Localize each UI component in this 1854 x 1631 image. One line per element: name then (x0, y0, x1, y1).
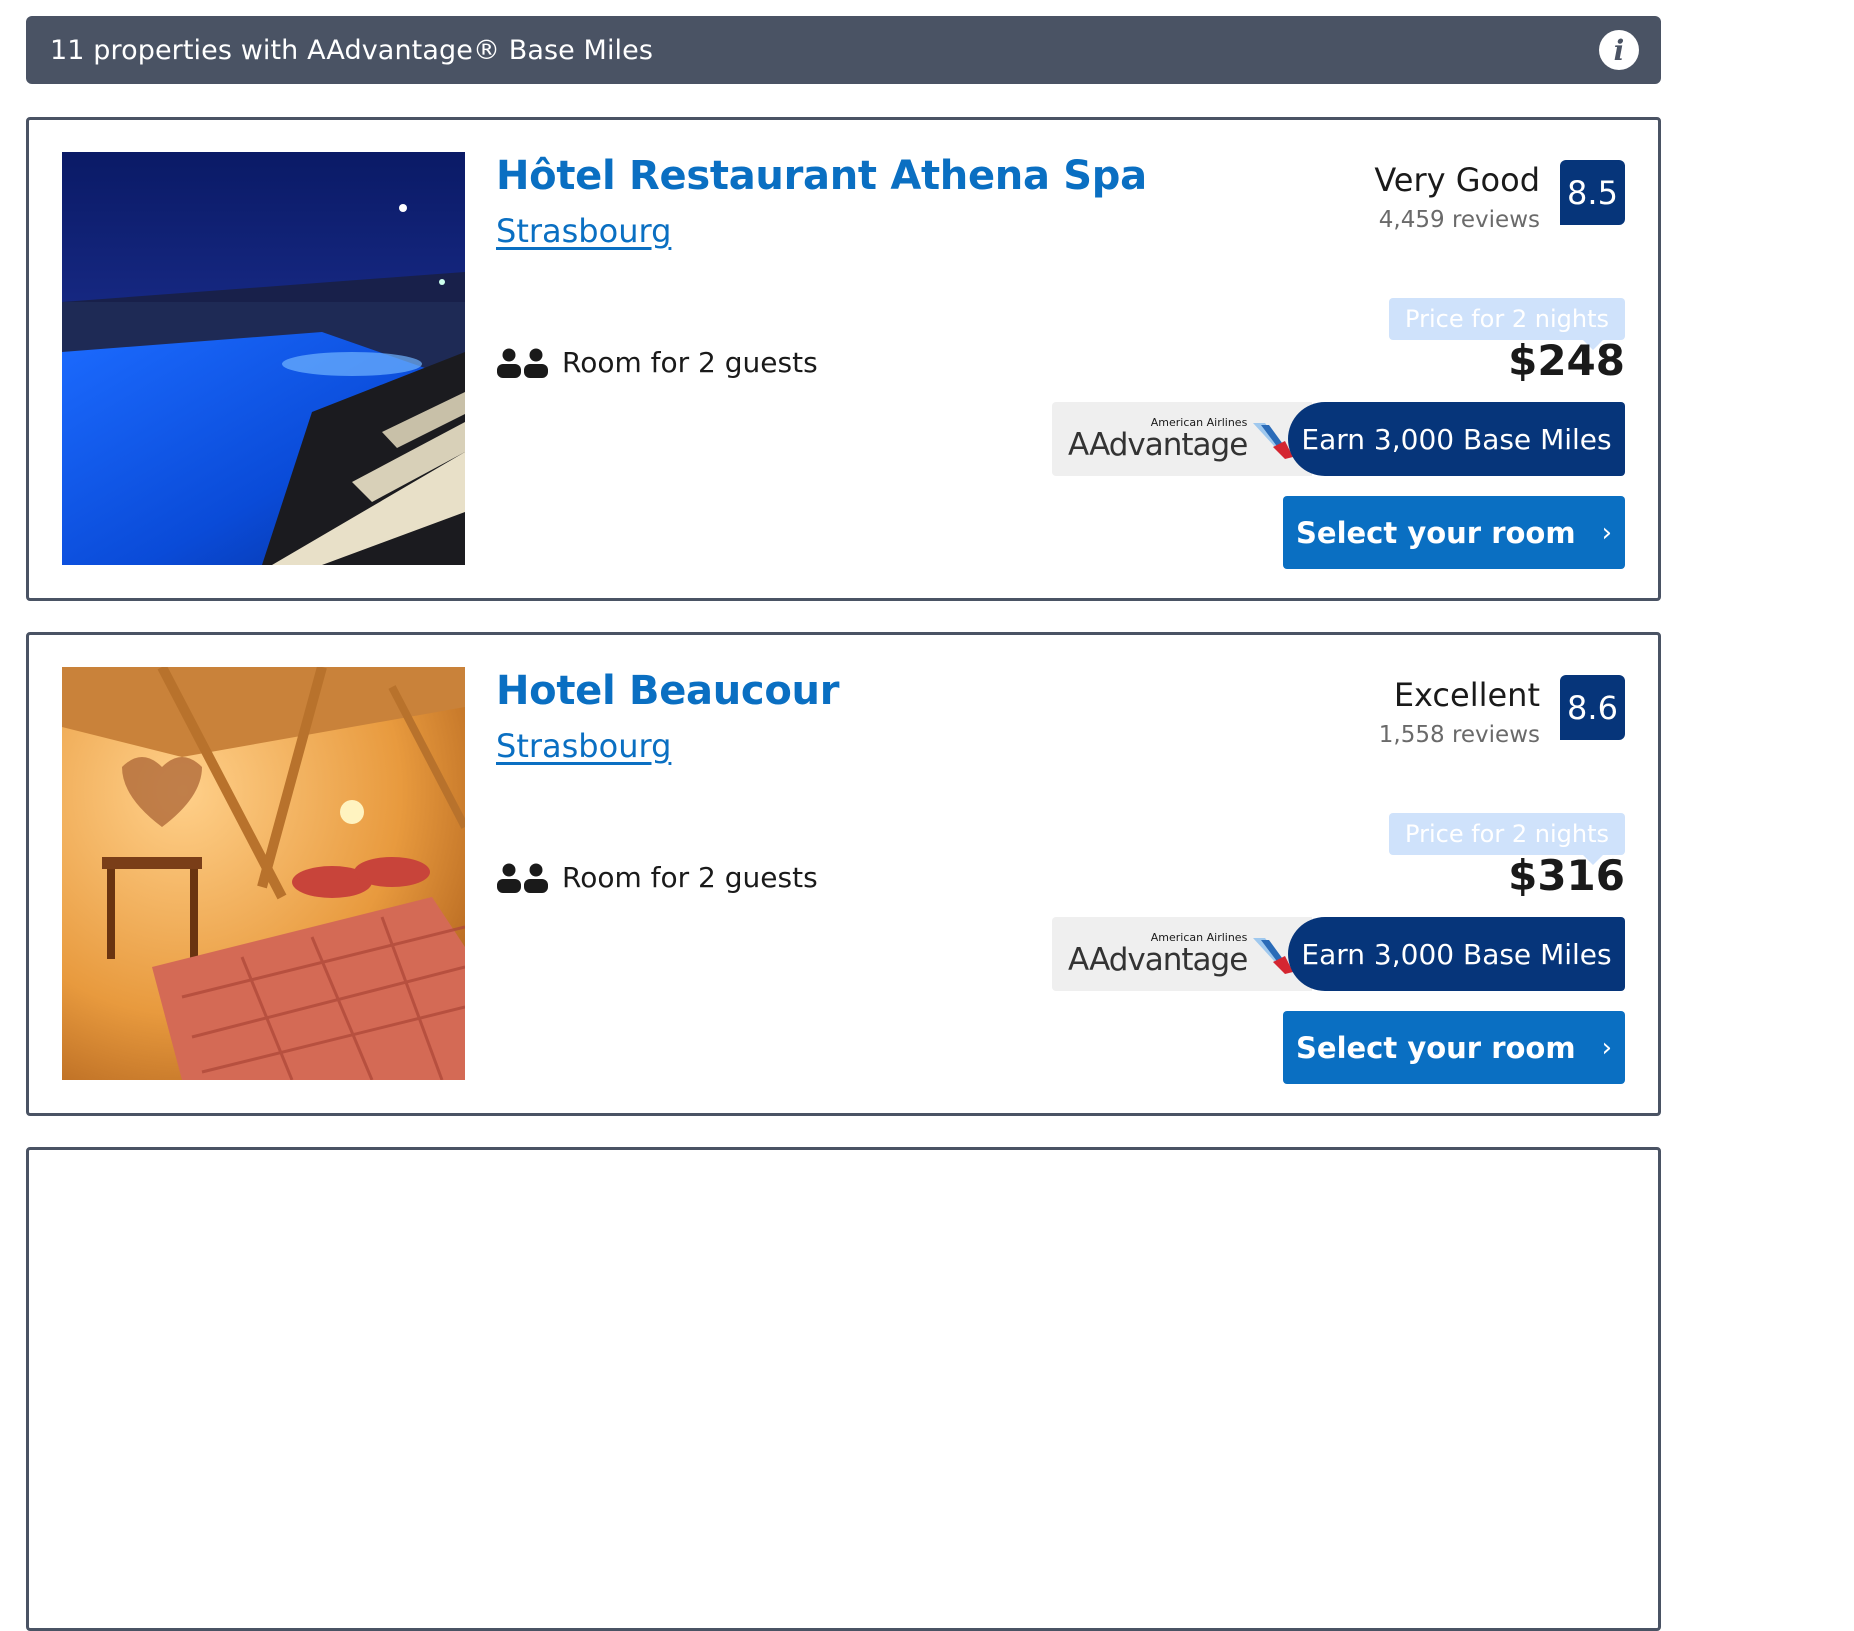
hotel-photo-pool[interactable] (62, 152, 465, 565)
rating-word: Very Good (1374, 161, 1540, 199)
price-label: Price for 2 nights (1389, 298, 1625, 350)
room-guests: Room for 2 guests (496, 861, 818, 894)
bedroom-image (62, 667, 465, 1080)
aa-big-text: AAdvantage (1068, 427, 1248, 463)
info-icon[interactable]: i (1599, 30, 1639, 70)
review-count: 4,459 reviews (1378, 207, 1540, 233)
hotel-card: Hotel Beaucour Strasbourg Room for 2 gue… (26, 632, 1661, 1116)
price: $248 (1508, 336, 1625, 385)
rating-block: Excellent 1,558 reviews (1379, 675, 1540, 753)
aa-big-text: AAdvantage (1068, 942, 1248, 978)
earn-miles-badge: Earn 3,000 Base Miles (1288, 402, 1625, 476)
price-label: Price for 2 nights (1389, 813, 1625, 865)
score-badge: 8.5 (1560, 160, 1625, 225)
room-guests: Room for 2 guests (496, 346, 818, 379)
earn-miles-badge: Earn 3,000 Base Miles (1288, 917, 1625, 991)
rating-block: Very Good 4,459 reviews (1374, 160, 1540, 238)
hotel-card: Hôtel Restaurant Athena Spa Strasbourg R… (26, 117, 1661, 601)
score-badge: 8.6 (1560, 675, 1625, 740)
guests-icon (497, 348, 548, 378)
miles-bar: American Airlines AAdvantage Earn 3,000 … (1052, 402, 1625, 476)
hotel-city-link[interactable]: Strasbourg (496, 727, 671, 765)
results-banner: 11 properties with AAdvantage® Base Mile… (26, 16, 1661, 84)
review-count: 1,558 reviews (1378, 722, 1540, 748)
select-room-label: Select your room (1296, 1030, 1576, 1065)
select-room-label: Select your room (1296, 515, 1576, 550)
hotel-city-link[interactable]: Strasbourg (496, 212, 671, 250)
select-room-button[interactable]: Select your room › (1283, 1011, 1625, 1084)
hotel-name-link[interactable]: Hotel Beaucour (496, 668, 839, 714)
price: $316 (1508, 851, 1625, 900)
chevron-right-icon: › (1601, 1032, 1612, 1063)
hotel-photo-bedroom[interactable] (62, 667, 465, 1080)
room-guests-text: Room for 2 guests (562, 861, 818, 894)
miles-bar: American Airlines AAdvantage Earn 3,000 … (1052, 917, 1625, 991)
pool-image (62, 152, 465, 565)
aadvantage-logo: American Airlines AAdvantage (1052, 917, 1312, 991)
results-count-text: 11 properties with AAdvantage® Base Mile… (50, 34, 654, 66)
select-room-button[interactable]: Select your room › (1283, 496, 1625, 569)
hotel-name-link[interactable]: Hôtel Restaurant Athena Spa (496, 153, 1147, 199)
hotel-card-partial (26, 1147, 1661, 1631)
chevron-right-icon: › (1601, 517, 1612, 548)
aadvantage-logo: American Airlines AAdvantage (1052, 402, 1312, 476)
guests-icon (497, 863, 548, 893)
room-guests-text: Room for 2 guests (562, 346, 818, 379)
rating-word: Excellent (1393, 676, 1540, 714)
